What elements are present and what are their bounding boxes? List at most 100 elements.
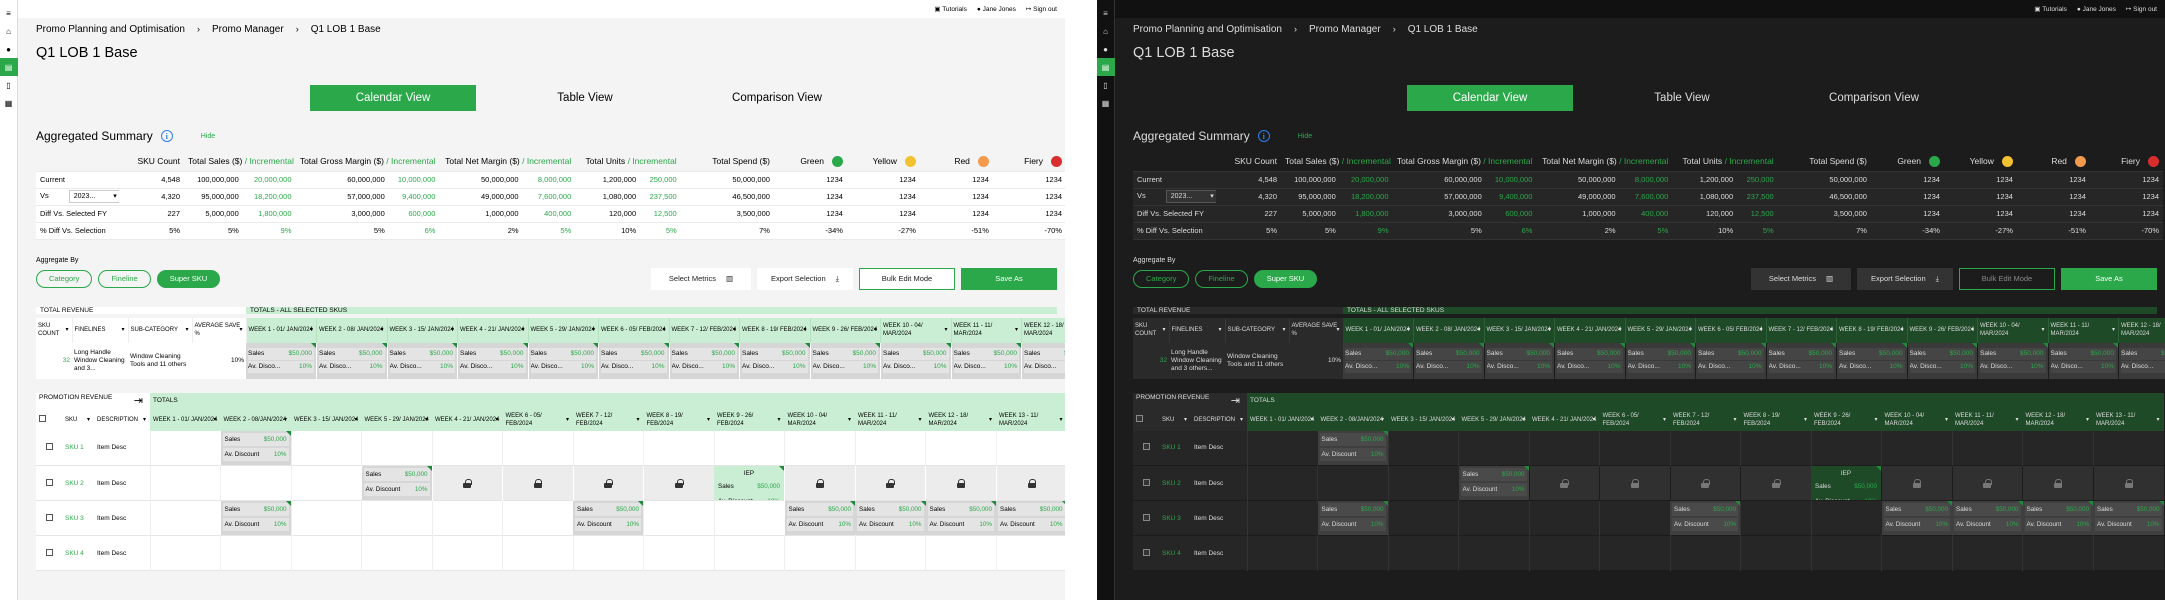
week-column-header[interactable]: WEEK 6 - 05/ FEB/2024 ▾ bbox=[598, 317, 670, 343]
week-column-header[interactable]: WEEK 3 - 15/ JAN/2024 ▾ bbox=[1388, 408, 1459, 431]
empty-week-cell[interactable] bbox=[1528, 535, 1600, 571]
week-column-header[interactable]: WEEK 3 - 15/ JAN/2024 ▾ bbox=[387, 317, 458, 343]
week-column-header[interactable]: WEEK 5 - 29/ JAN/2024 ▾ bbox=[361, 408, 432, 431]
iep-promo-cell[interactable]: IEP Sales $50,000 Av. Discount10% bbox=[714, 466, 785, 501]
col-finelines[interactable]: FINELINES ▾ bbox=[1169, 317, 1226, 343]
week-column-header[interactable]: WEEK 9 - 26/ FEB/2024 ▾ bbox=[1811, 408, 1882, 431]
promo-cell[interactable]: Sales $50,000 Av. Discount 10% bbox=[784, 501, 855, 536]
week-column-header[interactable]: WEEK 9 - 26/ FEB/2024 ▾ bbox=[810, 317, 881, 343]
collapse-arrow-icon[interactable]: ⇥ bbox=[1231, 394, 1240, 407]
week-column-header[interactable]: WEEK 6 - 05/ FEB/2024 ▾ bbox=[1599, 408, 1670, 431]
empty-week-cell[interactable] bbox=[2022, 430, 2093, 466]
sku-count-value[interactable]: 32 bbox=[36, 342, 72, 379]
table-row[interactable]: SKU 1 Item Desc Sales $50,000 Av. Discount 10… bbox=[1133, 430, 2164, 466]
document-icon[interactable]: ▯ bbox=[1097, 76, 1115, 94]
row-checkbox[interactable] bbox=[45, 548, 53, 556]
promo-cell[interactable]: Sales $50,000 Av. Discount 10% bbox=[1317, 430, 1389, 466]
col-sku-count[interactable]: SKU COUNT ▾ bbox=[36, 317, 73, 343]
row-checkbox[interactable] bbox=[45, 478, 53, 486]
empty-week-cell[interactable] bbox=[1881, 535, 1952, 571]
empty-week-cell[interactable] bbox=[1669, 430, 1741, 466]
empty-week-cell[interactable] bbox=[502, 500, 573, 536]
week-total-cell[interactable]: Sales$50,000Av. Disco...10% bbox=[2118, 342, 2165, 379]
promo-block[interactable]: Sales $50,000 Av. Discount 10% bbox=[925, 501, 996, 535]
empty-week-cell[interactable] bbox=[1810, 535, 1882, 571]
week-column-header[interactable]: WEEK 11 - 11/ MAR/2024 ▾ bbox=[2048, 317, 2119, 343]
col-sku[interactable]: SKU ▾ bbox=[1159, 408, 1191, 431]
breadcrumb-item[interactable]: Promo Manager bbox=[212, 24, 284, 35]
empty-week-cell[interactable] bbox=[1740, 430, 1811, 466]
chat-icon[interactable]: ● bbox=[1097, 40, 1115, 58]
week-column-header[interactable]: WEEK 6 - 05/ FEB/2024 ▾ bbox=[1695, 317, 1767, 343]
promo-block[interactable]: Sales $50,000 Av. Discount 10% bbox=[855, 501, 926, 535]
export-selection-button[interactable]: Export Selection ⤓ bbox=[757, 267, 853, 290]
empty-week-cell[interactable] bbox=[1387, 500, 1459, 536]
chip-super-sku[interactable]: Super SKU bbox=[1253, 269, 1318, 288]
empty-week-cell[interactable] bbox=[220, 465, 291, 501]
promo-block[interactable]: IEP Sales $50,000 Av. Discount10% bbox=[1811, 466, 1881, 501]
empty-week-cell[interactable] bbox=[290, 465, 362, 501]
week-column-header[interactable]: WEEK 7 - 12/ FEB/2024 ▾ bbox=[1670, 408, 1741, 431]
user-menu[interactable]: ● Jane Jones bbox=[2077, 6, 2116, 13]
week-column-header[interactable]: WEEK 13 - 11/ MAR/2024 ▾ bbox=[2093, 408, 2164, 431]
empty-week-cell[interactable] bbox=[572, 430, 644, 466]
save-as-button[interactable]: Save As bbox=[2061, 267, 2157, 290]
promo-block[interactable]: Sales $50,000 Av. Discount 10% bbox=[1881, 501, 1952, 535]
empty-week-cell[interactable] bbox=[1458, 535, 1529, 571]
chip-fineline[interactable]: Fineline bbox=[1195, 269, 1248, 288]
empty-week-cell[interactable] bbox=[995, 430, 1065, 466]
calendar-icon[interactable]: ▤ bbox=[1097, 58, 1115, 76]
week-column-header[interactable]: WEEK 8 - 19/ FEB/2024 ▾ bbox=[643, 408, 714, 431]
col-description[interactable]: DESCRIPTION ▾ bbox=[1191, 408, 1247, 431]
sku-link[interactable]: SKU 4 bbox=[1159, 536, 1191, 571]
promo-block[interactable]: Sales $50,000 Av. Discount 10% bbox=[1317, 501, 1388, 535]
signout-link[interactable]: ↦ Sign out bbox=[2126, 5, 2157, 13]
save-as-button[interactable]: Save As bbox=[961, 267, 1057, 290]
week-column-header[interactable]: WEEK 7 - 12/ FEB/2024 ▾ bbox=[669, 317, 740, 343]
empty-week-cell[interactable] bbox=[149, 430, 221, 466]
col-description[interactable]: DESCRIPTION ▾ bbox=[94, 408, 150, 431]
empty-week-cell[interactable] bbox=[713, 430, 785, 466]
table-row[interactable]: 32 Long Handle Window Cleaning and 3... … bbox=[36, 342, 1065, 379]
chip-category[interactable]: Category bbox=[1133, 269, 1190, 288]
promo-cell[interactable]: Sales $50,000 Av. Discount 10% bbox=[1881, 501, 1952, 536]
sku-count-value[interactable]: 32 bbox=[1133, 342, 1169, 379]
hide-link[interactable]: Hide bbox=[1298, 133, 1312, 140]
table-row[interactable]: SKU 3 Item Desc Sales $50,000 Av. Discount 10… bbox=[36, 500, 1065, 536]
user-menu[interactable]: ● Jane Jones bbox=[977, 6, 1016, 13]
promo-block[interactable]: Sales $50,000 Av. Discount 10% bbox=[220, 430, 291, 465]
empty-week-cell[interactable] bbox=[1599, 535, 1670, 571]
promo-cell[interactable]: Sales $50,000 Av. Discount 10% bbox=[573, 501, 644, 536]
empty-week-cell[interactable] bbox=[1317, 535, 1388, 571]
col-sub-category[interactable]: SUB-CATEGORY ▾ bbox=[1225, 317, 1290, 343]
promo-cell[interactable]: Sales $50,000 Av. Discount 10% bbox=[220, 501, 292, 536]
week-column-header[interactable]: WEEK 1 - 01/ JAN/2024 ▾ bbox=[150, 408, 221, 431]
document-icon[interactable]: ▯ bbox=[0, 76, 18, 94]
week-total-cell[interactable]: Sales$50,000Av. Disco...10% bbox=[316, 342, 388, 379]
home-icon[interactable]: ⌂ bbox=[0, 22, 18, 40]
empty-week-cell[interactable] bbox=[1881, 430, 1952, 466]
table-row[interactable]: SKU 3 Item Desc Sales $50,000 Av. Discount 10… bbox=[1133, 500, 2164, 536]
empty-week-cell[interactable] bbox=[431, 430, 503, 466]
empty-week-cell[interactable] bbox=[1246, 430, 1318, 466]
promo-block[interactable]: Sales $50,000 Av. Discount 10% bbox=[2093, 501, 2164, 535]
tab-table-view[interactable]: Table View bbox=[502, 85, 668, 111]
select-metrics-button[interactable]: Select Metrics ▥ bbox=[1751, 267, 1851, 290]
empty-week-cell[interactable] bbox=[149, 500, 221, 536]
collapse-arrow-icon[interactable]: ⇥ bbox=[134, 394, 143, 407]
select-all-checkbox[interactable] bbox=[1136, 414, 1143, 422]
week-column-header[interactable]: WEEK 10 - 04/ MAR/2024 ▾ bbox=[1977, 317, 2049, 343]
empty-week-cell[interactable] bbox=[1458, 430, 1529, 466]
week-total-cell[interactable]: Sales$50,000Av. Disco...10% bbox=[810, 342, 881, 379]
promo-cell[interactable]: Sales $50,000 Av. Discount 10% bbox=[1952, 501, 2023, 536]
week-column-header[interactable]: WEEK 9 - 26/ FEB/2024 ▾ bbox=[714, 408, 785, 431]
empty-week-cell[interactable] bbox=[1246, 535, 1318, 571]
bulk-edit-mode-button[interactable]: Bulk Edit Mode bbox=[859, 267, 955, 290]
promo-block[interactable]: Sales $50,000 Av. Discount 10% bbox=[1670, 501, 1740, 535]
promo-block[interactable]: Sales $50,000 Av. Discount 10% bbox=[2022, 501, 2093, 535]
week-total-cell[interactable]: Sales$50,000Av. Disco...10% bbox=[1484, 342, 1555, 379]
week-total-cell[interactable]: Sales$50,000Av. Disco...10% bbox=[387, 342, 458, 379]
week-column-header[interactable]: WEEK 12 - 18/ MAR/2024▾ bbox=[1021, 317, 1065, 343]
promo-cell[interactable]: Sales $50,000 Av. Discount 10% bbox=[2093, 501, 2164, 536]
tab-table-view[interactable]: Table View bbox=[1599, 85, 1765, 111]
